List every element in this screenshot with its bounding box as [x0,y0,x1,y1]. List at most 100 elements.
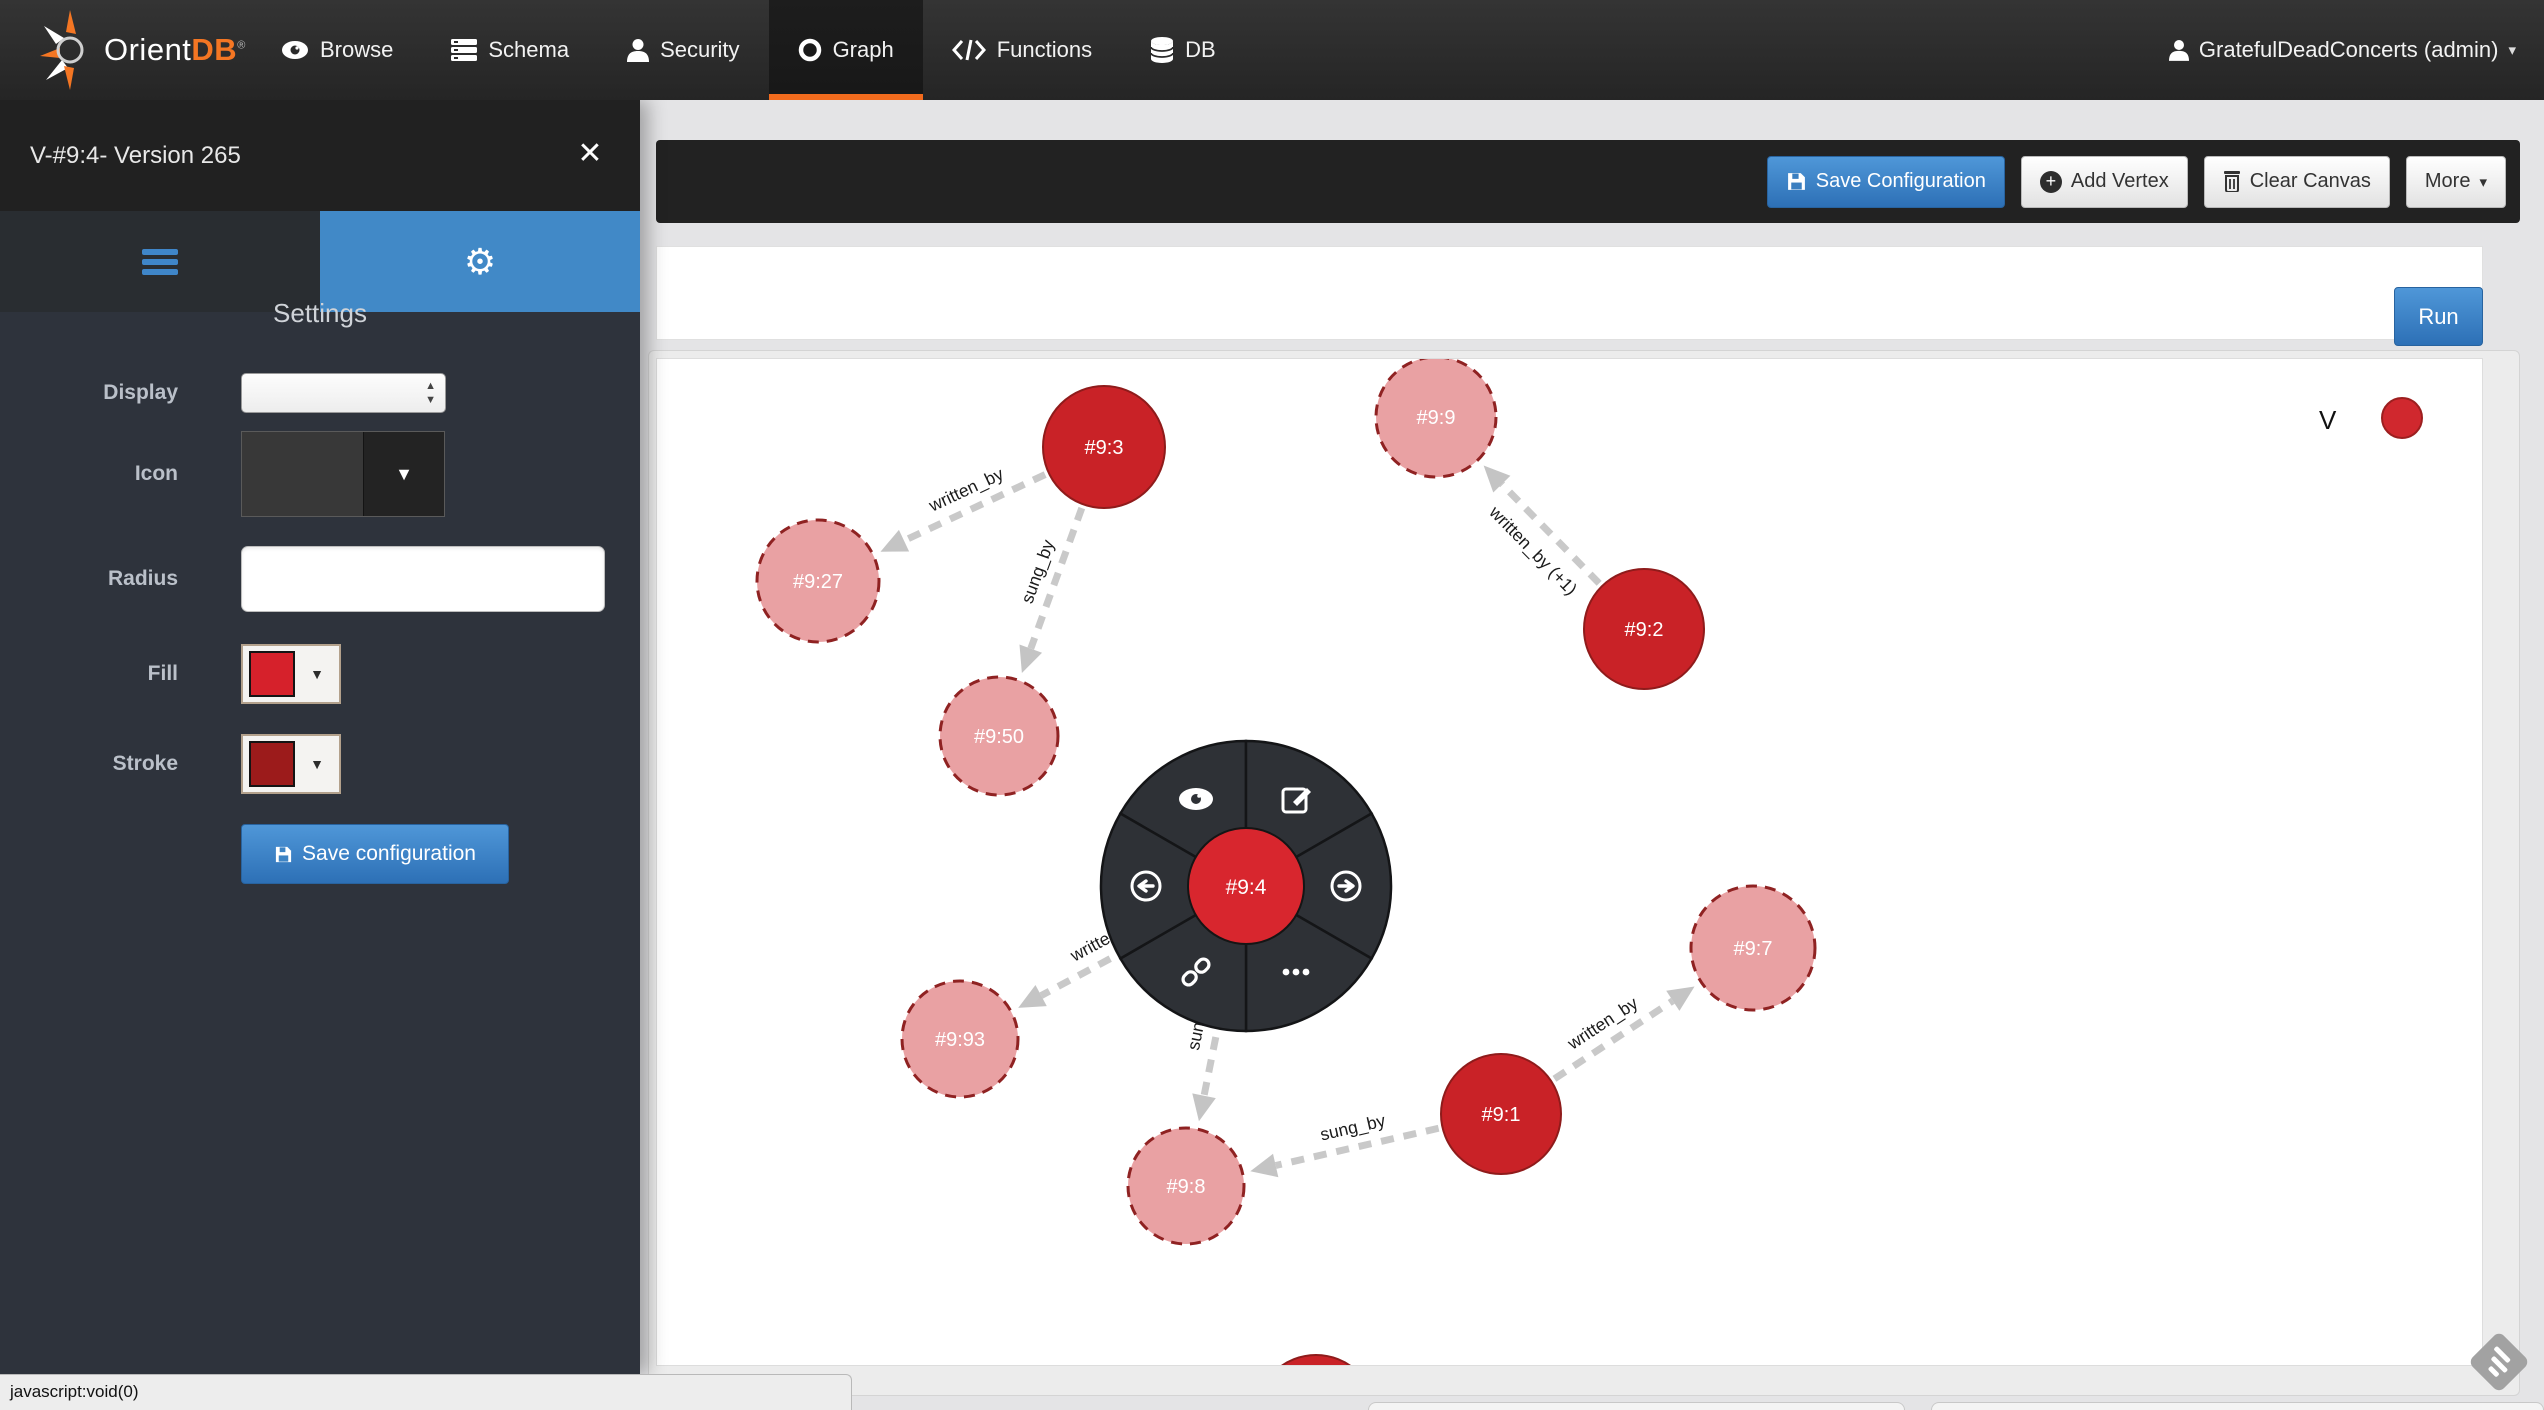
run-label: Run [2418,304,2458,330]
graph-node[interactable]: #9:9 [1376,359,1496,477]
select-arrows-icon: ▲▼ [425,379,436,407]
save-configuration-panel-button[interactable]: Save configuration [241,824,509,884]
orientdb-logo-text: OrientDB® [104,32,246,68]
nav-items: Browse Schema Security Graph Functions D… [252,0,1245,100]
panel-header: V-#9:4- Version 265 ✕ [0,100,640,211]
nav-item-browse[interactable]: Browse [252,0,422,100]
vertex-settings-panel: V-#9:4- Version 265 ✕ ⚙ Settings Display… [0,100,640,1374]
nav-label: DB [1185,37,1216,63]
graph-node[interactable]: #9:50 [940,677,1058,795]
graph-node[interactable]: #9:2 [1584,569,1704,689]
nav-label: Graph [833,37,894,63]
fill-color-picker[interactable]: ▼ [241,644,341,704]
nav-item-db[interactable]: DB [1121,0,1245,100]
stroke-color-picker[interactable]: ▼ [241,734,341,794]
nav-item-functions[interactable]: Functions [923,0,1121,100]
radius-label: Radius [0,546,178,612]
node-label: #9:93 [935,1029,985,1051]
orientdb-logo: OrientDB® [40,8,246,92]
graph-edge[interactable]: written_by [880,463,1045,551]
icon-dropdown[interactable]: ▼ [241,431,445,517]
user-icon [627,38,649,62]
tab-properties[interactable] [0,211,320,312]
tab-settings[interactable]: ⚙ [320,211,640,312]
nav-label: Browse [320,37,393,63]
run-button[interactable]: Run [2394,287,2483,346]
graph-node[interactable]: #9:27 [757,520,879,642]
user-menu[interactable]: GratefulDeadConcerts (admin) ▾ [2169,0,2516,100]
save-configuration-panel-label: Save configuration [302,842,476,866]
status-bar: javascript:void(0) [0,1374,852,1410]
stroke-swatch [249,741,295,787]
schema-icon [451,39,477,61]
settings-heading: Settings [0,298,640,329]
graph-edge[interactable]: written_by [1554,987,1694,1079]
code-icon [952,39,986,61]
save-icon [274,845,293,864]
graph-svg: written_bysung_bywritten_by (+1)written_… [657,359,2483,1366]
view-eye-icon [1179,788,1213,810]
edge-label: written_by [925,463,1007,516]
user-icon [2169,39,2189,61]
nav-label: Functions [997,37,1092,63]
panel-tabs: ⚙ [0,211,640,312]
edge-label: sung_by [1318,1110,1387,1145]
clear-canvas-label: Clear Canvas [2250,170,2371,193]
more-label: More [2425,170,2471,193]
caret-down-icon: ▼ [364,432,444,516]
node-label: #9:50 [974,726,1024,748]
graph-node[interactable] [1256,1355,1376,1366]
graph-node[interactable]: #9:3 [1043,386,1165,508]
nav-item-security[interactable]: Security [598,0,768,100]
stroke-label: Stroke [0,734,178,794]
clear-canvas-button[interactable]: Clear Canvas [2204,156,2390,208]
chevron-down-icon: ▾ [2508,41,2516,59]
top-navbar: OrientDB® Browse Schema Security Graph F… [0,0,2544,100]
selected-node-label: #9:4 [1226,876,1267,899]
graph-node[interactable]: #9:93 [902,981,1018,1097]
graph-edge[interactable]: written_by (+1) [1484,466,1600,600]
graph-canvas[interactable]: written_bysung_bywritten_by (+1)written_… [656,358,2483,1366]
node-label: #9:3 [1085,437,1124,459]
gear-icon: ⚙ [464,241,496,283]
save-icon [1786,171,1807,192]
caret-down-icon: ▼ [295,666,339,682]
graph-edge[interactable]: sung_by [1250,1110,1438,1177]
legend-vertex-dot[interactable] [2381,397,2423,439]
nav-item-graph[interactable]: Graph [769,0,923,100]
trash-icon [2223,171,2241,192]
save-configuration-label: Save Configuration [1816,170,1986,193]
add-vertex-button[interactable]: + Add Vertex [2021,156,2188,208]
icon-label: Icon [0,431,178,517]
icon-preview [242,432,364,516]
add-vertex-label: Add Vertex [2071,170,2169,193]
bottom-panel-edge [1368,1402,1905,1410]
node-radial-menu: #9:4 [1096,736,1396,1036]
close-icon[interactable]: ✕ [566,130,614,178]
eye-icon [281,40,309,60]
radius-input[interactable] [241,546,605,612]
graph-node[interactable]: #9:7 [1691,886,1815,1010]
panel-title: V-#9:4- Version 265 [30,100,241,211]
more-button[interactable]: More ▾ [2406,156,2506,208]
nav-label: Security [660,37,739,63]
graph-node[interactable]: #9:1 [1441,1054,1561,1174]
user-label: GratefulDeadConcerts (admin) [2199,37,2499,63]
hamburger-icon [142,245,178,279]
node-label: #9:8 [1167,1176,1206,1198]
query-editor-row[interactable] [656,246,2483,340]
graph-circle-icon [798,38,822,62]
node-label: #9:27 [793,571,843,593]
save-configuration-button[interactable]: Save Configuration [1767,156,2005,208]
bottom-panel-edge [1931,1402,2544,1410]
nav-item-schema[interactable]: Schema [422,0,598,100]
graph-node[interactable]: #9:8 [1128,1128,1244,1244]
legend-class-label: V [2319,405,2336,436]
nav-label: Schema [488,37,569,63]
node-label: #9:1 [1482,1104,1521,1126]
graph-edge[interactable]: sung_by [1017,508,1082,673]
caret-down-icon: ▼ [295,756,339,772]
display-select[interactable]: ▲▼ [241,373,446,413]
fill-swatch [249,651,295,697]
fill-label: Fill [0,644,178,704]
